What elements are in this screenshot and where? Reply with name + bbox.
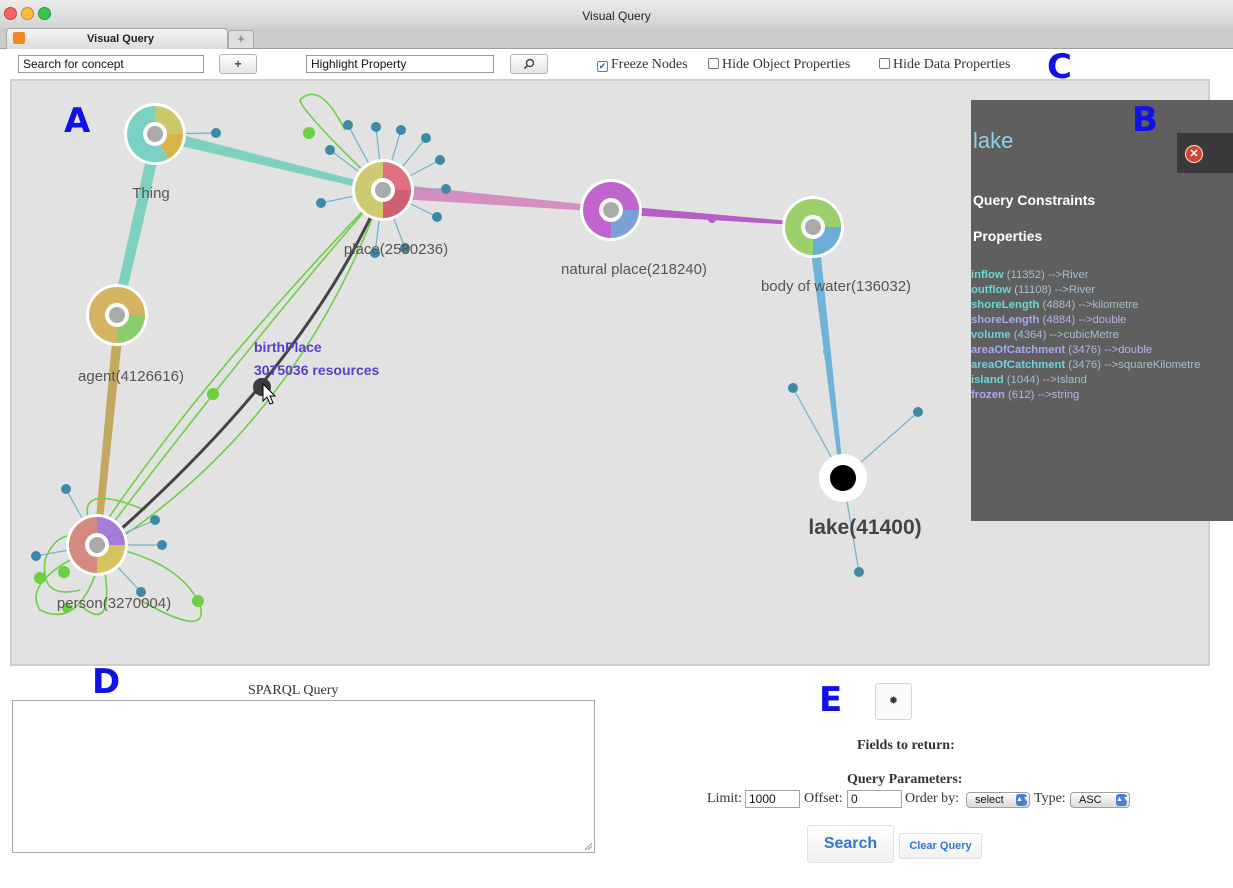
label-thing: Thing [132,185,170,202]
edge-midpoint [823,348,831,356]
node-body-of-water[interactable] [782,196,844,258]
property-item[interactable]: shoreLength (4884) -->kilometre [971,298,1229,313]
fields-to-return-label: Fields to return: [857,738,955,753]
type-select[interactable]: ASC ▲▼ [1070,792,1130,808]
property-item[interactable]: shoreLength (4884) -->double [971,313,1229,328]
window-title: Visual Query [582,9,651,23]
property-item[interactable]: areaOfCatchment (3476) -->double [971,343,1229,358]
edge-midpoint [131,221,139,229]
label-body-of-water: body of water(136032) [761,278,911,295]
property-list: inflow (11352) -->River outflow (11108) … [971,268,1229,403]
edge-midpoint [708,215,716,223]
hide-data-properties-checkbox[interactable]: Hide Data Properties [879,57,1010,73]
new-tab-button[interactable]: + [228,30,254,48]
select-arrows-icon: ▲▼ [1016,794,1030,806]
close-icon[interactable]: ✕ [1185,145,1203,163]
query-constraints-heading: Query Constraints [973,192,1096,208]
property-item[interactable]: outflow (11108) -->River [971,283,1229,298]
gear-icon: ✹ [888,695,899,707]
highlight-search-button[interactable] [510,54,548,74]
node-person[interactable] [66,514,128,576]
hide-object-properties-checkbox[interactable]: Hide Object Properties [708,57,850,73]
edge-tooltip-count: 3075036 resources [254,362,380,378]
edge-midpoint [104,426,112,434]
select-arrows-icon: ▲▼ [1116,794,1130,806]
hide-data-properties-label: Hide Data Properties [893,57,1011,72]
edge-midpoint [493,196,501,204]
label-agent: agent(4126616) [78,368,184,385]
sparql-query-label: SPARQL Query [248,683,339,698]
property-item[interactable]: island (1044) -->Island [971,373,1229,388]
order-by-label: Order by: [905,791,960,806]
limit-input[interactable]: 1000 [745,790,800,808]
type-value: ASC [1079,794,1102,806]
label-place: place(2580236) [344,241,448,258]
resize-grip-icon[interactable] [583,841,593,851]
sparql-query-textarea[interactable] [12,700,595,853]
panel-concept-title: lake [973,128,1014,153]
add-concept-button[interactable]: + [219,54,257,74]
properties-heading: Properties [973,228,1043,244]
freeze-nodes-checkbox[interactable]: ✔ Freeze Nodes [597,57,688,73]
query-parameters-heading: Query Parameters: [847,772,963,787]
tab-label: Visual Query [87,33,155,45]
checkbox-empty-icon [879,58,890,69]
annotation-letter-a: A [64,101,91,141]
property-item[interactable]: areaOfCatchment (3476) -->squareKilometr… [971,358,1229,373]
tab-visual-query[interactable]: Visual Query [6,28,228,49]
annotation-letter-d: D [92,662,121,702]
highlight-property-input[interactable]: Highlight Property [306,55,494,73]
edge-midpoint [267,158,275,166]
node-place[interactable] [352,159,414,221]
type-label: Type: [1034,791,1066,806]
offset-label: Offset: [804,791,843,806]
node-lake[interactable] [819,454,867,502]
label-lake: lake(41400) [808,516,921,539]
checkbox-empty-icon [708,58,719,69]
clear-query-button[interactable]: Clear Query [899,833,982,859]
hide-object-properties-label: Hide Object Properties [722,57,851,72]
label-natural-place: natural place(218240) [561,261,707,278]
node-natural-place[interactable] [580,179,642,241]
annotation-letter-e: E [819,680,843,720]
checkmark-icon: ✔ [597,61,608,72]
property-item[interactable]: inflow (11352) -->River [971,268,1229,283]
magnifier-icon [523,58,535,70]
order-by-value: select [975,794,1004,806]
property-item[interactable]: volume (4364) -->cubicMetre [971,328,1229,343]
app-favicon-icon [13,32,25,44]
label-person: person(3270004) [57,595,171,612]
limit-label: Limit: [707,791,742,806]
search-concept-input[interactable]: Search for concept [18,55,204,73]
search-button[interactable]: Search [807,825,894,863]
freeze-nodes-label: Freeze Nodes [611,57,688,72]
settings-button[interactable]: ✹ [875,683,912,720]
order-by-select[interactable]: select ▲▼ [966,792,1030,808]
annotation-letter-b: B [1132,100,1158,140]
property-item[interactable]: frozen (612) -->string [971,388,1229,403]
node-thing[interactable] [124,103,186,165]
offset-input[interactable]: 0 [847,790,902,808]
edge-tooltip-property: birthPlace [254,339,322,355]
node-agent[interactable] [86,284,148,346]
panel-close-tab[interactable]: ✕ [1177,133,1233,173]
